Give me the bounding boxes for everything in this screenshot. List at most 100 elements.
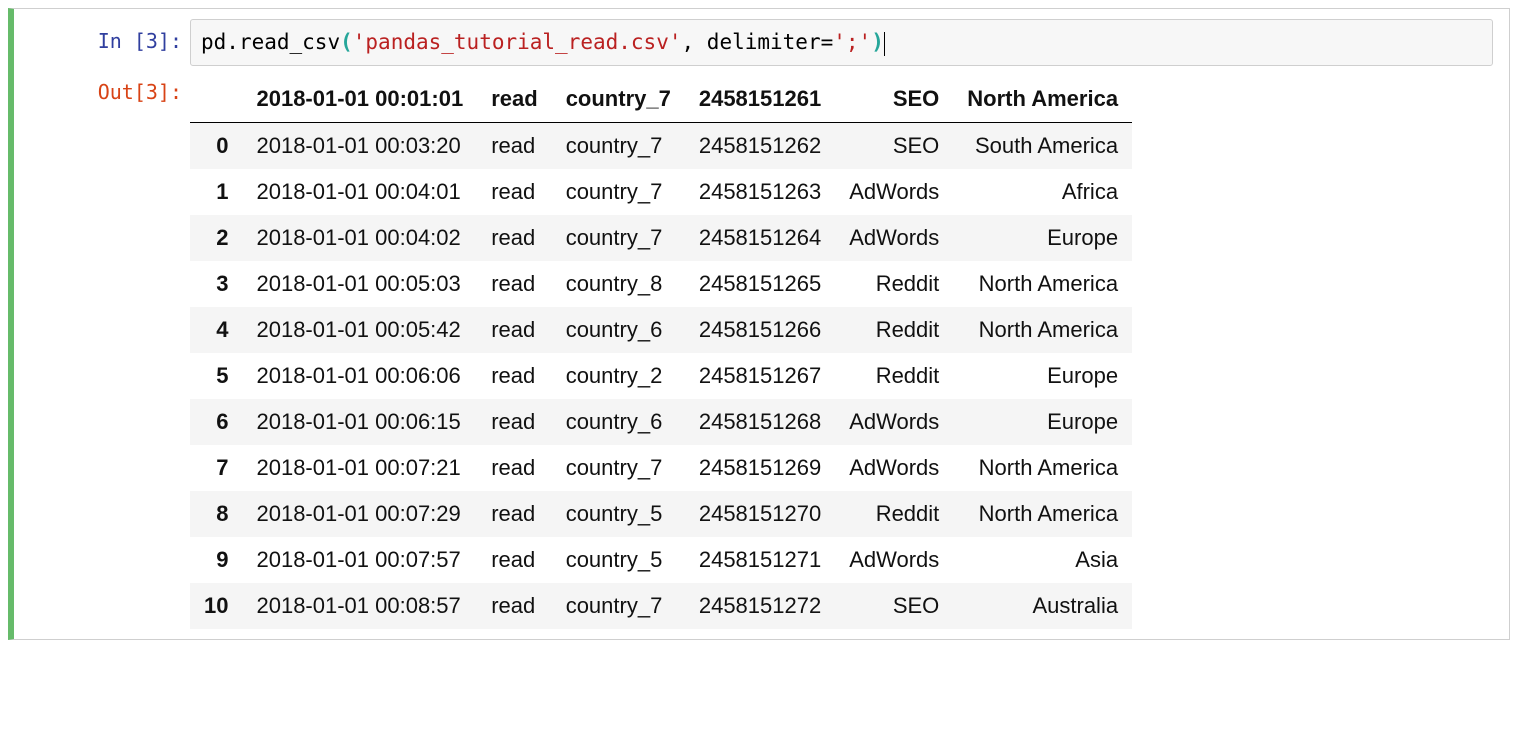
dataframe-cell: country_2 xyxy=(552,353,685,399)
dataframe-cell: 2018-01-01 00:07:21 xyxy=(242,445,477,491)
dataframe-cell: 2018-01-01 00:05:03 xyxy=(242,261,477,307)
dataframe-col-header: country_7 xyxy=(552,76,685,123)
dataframe-cell: country_7 xyxy=(552,169,685,215)
dataframe-cell: 2458151264 xyxy=(685,215,835,261)
output-prompt: Out[3]: xyxy=(14,70,190,629)
dataframe-index-cell: 4 xyxy=(190,307,242,353)
code-token: ';' xyxy=(833,30,871,54)
dataframe-cell: 2458151268 xyxy=(685,399,835,445)
dataframe-cell: read xyxy=(477,537,551,583)
table-row: 32018-01-01 00:05:03readcountry_82458151… xyxy=(190,261,1132,307)
dataframe-cell: Australia xyxy=(953,583,1132,629)
dataframe-cell: 2018-01-01 00:07:29 xyxy=(242,491,477,537)
dataframe-cell: Asia xyxy=(953,537,1132,583)
dataframe-cell: 2018-01-01 00:08:57 xyxy=(242,583,477,629)
code-token: , xyxy=(682,30,707,54)
cell-input-area: In [3]: pd.read_csv('pandas_tutorial_rea… xyxy=(14,17,1509,68)
dataframe-cell: country_6 xyxy=(552,307,685,353)
dataframe-cell: SEO xyxy=(835,583,953,629)
dataframe-cell: 2018-01-01 00:06:15 xyxy=(242,399,477,445)
input-prompt: In [3]: xyxy=(14,19,190,66)
dataframe-cell: AdWords xyxy=(835,537,953,583)
dataframe-header-row: 2018-01-01 00:01:01 read country_7 24581… xyxy=(190,76,1132,123)
dataframe-index-cell: 0 xyxy=(190,123,242,170)
dataframe-index-cell: 7 xyxy=(190,445,242,491)
dataframe-cell: country_8 xyxy=(552,261,685,307)
dataframe-cell: country_7 xyxy=(552,445,685,491)
table-row: 72018-01-01 00:07:21readcountry_72458151… xyxy=(190,445,1132,491)
dataframe-cell: SEO xyxy=(835,123,953,170)
dataframe-cell: read xyxy=(477,583,551,629)
dataframe-index-cell: 5 xyxy=(190,353,242,399)
table-row: 62018-01-01 00:06:15readcountry_62458151… xyxy=(190,399,1132,445)
dataframe-cell: Europe xyxy=(953,399,1132,445)
dataframe-cell: country_7 xyxy=(552,215,685,261)
dataframe-cell: Reddit xyxy=(835,353,953,399)
dataframe-col-header: North America xyxy=(953,76,1132,123)
dataframe-index-cell: 6 xyxy=(190,399,242,445)
dataframe-table: 2018-01-01 00:01:01 read country_7 24581… xyxy=(190,76,1132,629)
code-editor[interactable]: pd.read_csv('pandas_tutorial_read.csv', … xyxy=(190,19,1493,66)
dataframe-cell: 2018-01-01 00:05:42 xyxy=(242,307,477,353)
dataframe-header: 2018-01-01 00:01:01 read country_7 24581… xyxy=(190,76,1132,123)
text-cursor xyxy=(884,32,885,56)
dataframe-cell: 2458151269 xyxy=(685,445,835,491)
dataframe-cell: North America xyxy=(953,445,1132,491)
dataframe-cell: country_5 xyxy=(552,491,685,537)
dataframe-cell: AdWords xyxy=(835,169,953,215)
table-row: 82018-01-01 00:07:29readcountry_52458151… xyxy=(190,491,1132,537)
dataframe-cell: Africa xyxy=(953,169,1132,215)
code-token: pd xyxy=(201,30,226,54)
table-row: 12018-01-01 00:04:01readcountry_72458151… xyxy=(190,169,1132,215)
dataframe-cell: 2018-01-01 00:04:02 xyxy=(242,215,477,261)
table-row: 42018-01-01 00:05:42readcountry_62458151… xyxy=(190,307,1132,353)
code-token: . xyxy=(226,30,239,54)
dataframe-cell: Europe xyxy=(953,215,1132,261)
dataframe-cell: 2018-01-01 00:06:06 xyxy=(242,353,477,399)
code-token: ( xyxy=(340,30,353,54)
dataframe-cell: Reddit xyxy=(835,307,953,353)
dataframe-cell: Reddit xyxy=(835,491,953,537)
dataframe-cell: 2458151263 xyxy=(685,169,835,215)
dataframe-cell: read xyxy=(477,399,551,445)
dataframe-cell: read xyxy=(477,215,551,261)
dataframe-col-header: SEO xyxy=(835,76,953,123)
dataframe-cell: read xyxy=(477,491,551,537)
dataframe-cell: 2458151271 xyxy=(685,537,835,583)
dataframe-cell: AdWords xyxy=(835,399,953,445)
dataframe-index-cell: 2 xyxy=(190,215,242,261)
dataframe-cell: 2458151266 xyxy=(685,307,835,353)
table-row: 52018-01-01 00:06:06readcountry_22458151… xyxy=(190,353,1132,399)
dataframe-cell: country_7 xyxy=(552,583,685,629)
table-row: 92018-01-01 00:07:57readcountry_52458151… xyxy=(190,537,1132,583)
dataframe-cell: North America xyxy=(953,491,1132,537)
cell-output-area: Out[3]: 2018-01-01 00:01:01 read country… xyxy=(14,68,1509,631)
dataframe-cell: 2458151267 xyxy=(685,353,835,399)
dataframe-cell: Reddit xyxy=(835,261,953,307)
dataframe-index-cell: 8 xyxy=(190,491,242,537)
dataframe-cell: South America xyxy=(953,123,1132,170)
dataframe-cell: 2458151272 xyxy=(685,583,835,629)
dataframe-cell: country_7 xyxy=(552,123,685,170)
code-input-wrapper: pd.read_csv('pandas_tutorial_read.csv', … xyxy=(190,19,1493,66)
dataframe-cell: 2458151270 xyxy=(685,491,835,537)
dataframe-cell: read xyxy=(477,123,551,170)
dataframe-cell: read xyxy=(477,169,551,215)
dataframe-col-header: 2018-01-01 00:01:01 xyxy=(242,76,477,123)
dataframe-cell: 2458151265 xyxy=(685,261,835,307)
code-token: = xyxy=(821,30,834,54)
dataframe-index-cell: 10 xyxy=(190,583,242,629)
dataframe-body: 02018-01-01 00:03:20readcountry_72458151… xyxy=(190,123,1132,630)
dataframe-index-cell: 3 xyxy=(190,261,242,307)
dataframe-cell: North America xyxy=(953,261,1132,307)
dataframe-cell: 2018-01-01 00:04:01 xyxy=(242,169,477,215)
dataframe-cell: 2018-01-01 00:03:20 xyxy=(242,123,477,170)
notebook-cell: In [3]: pd.read_csv('pandas_tutorial_rea… xyxy=(8,8,1510,640)
table-row: 02018-01-01 00:03:20readcountry_72458151… xyxy=(190,123,1132,170)
dataframe-cell: country_6 xyxy=(552,399,685,445)
dataframe-cell: Europe xyxy=(953,353,1132,399)
dataframe-index-header xyxy=(190,76,242,123)
dataframe-cell: read xyxy=(477,261,551,307)
dataframe-col-header: read xyxy=(477,76,551,123)
dataframe-cell: AdWords xyxy=(835,215,953,261)
